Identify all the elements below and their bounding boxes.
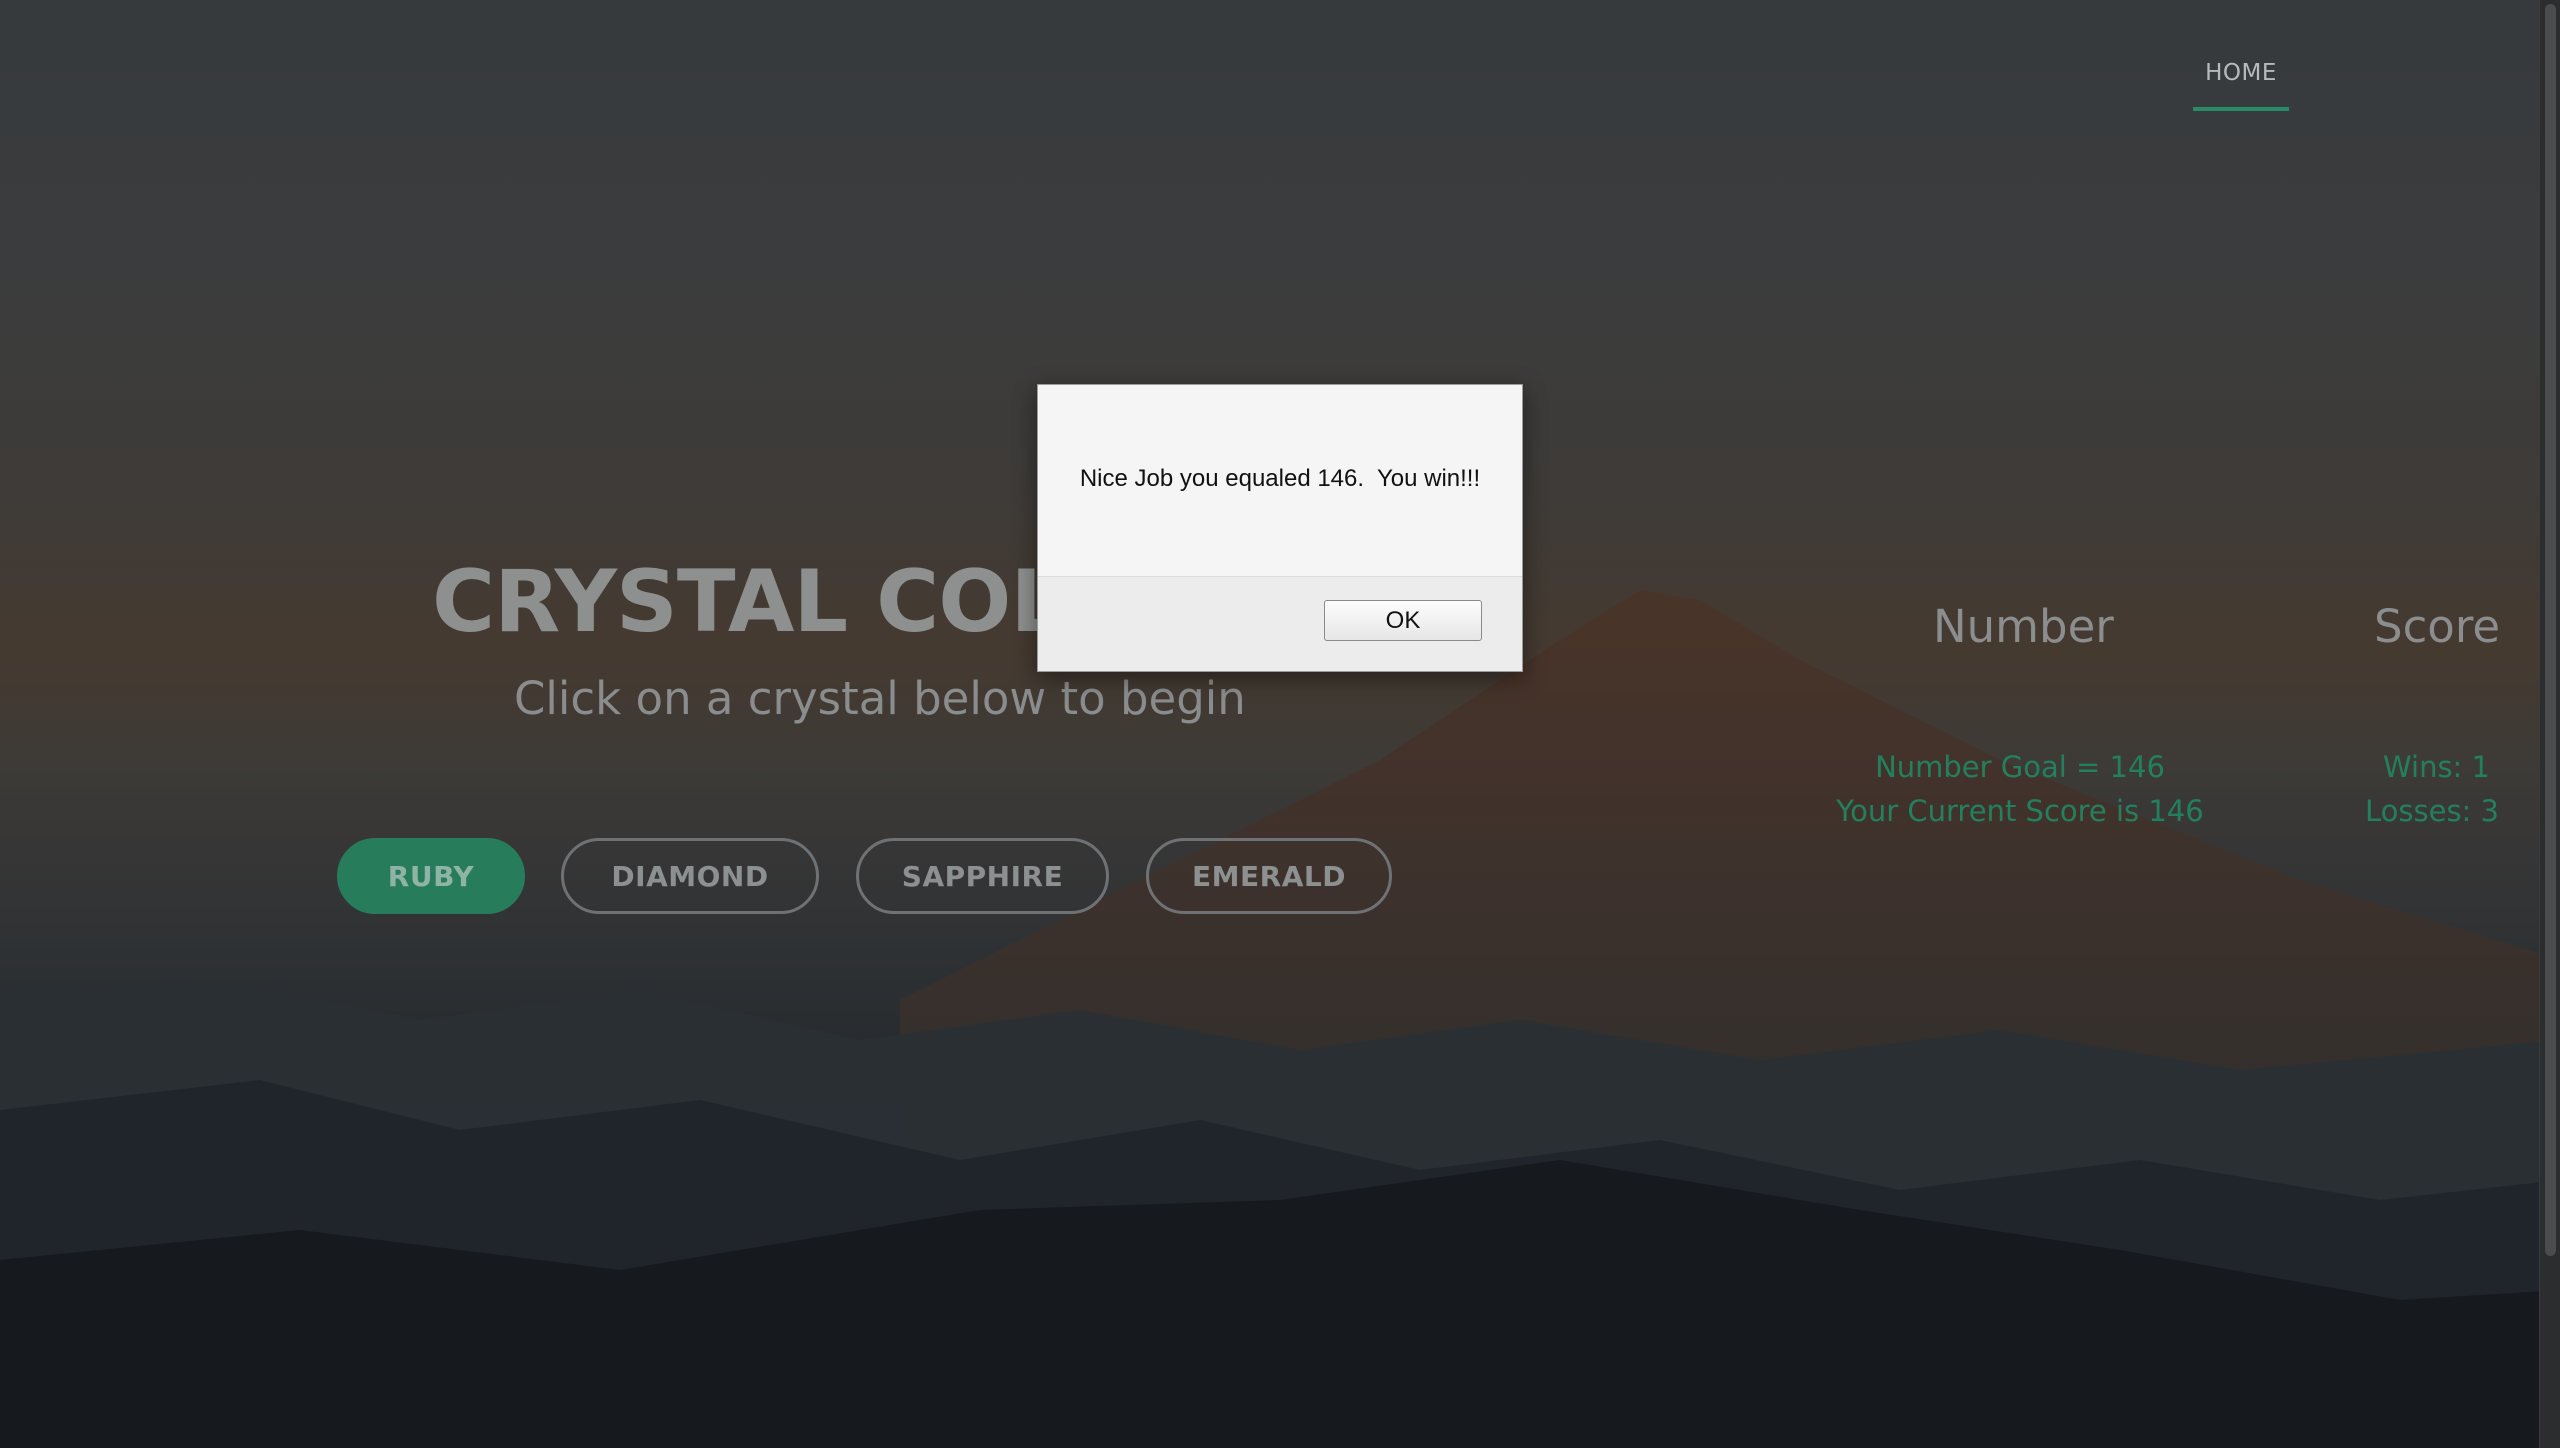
- nav-active-indicator: [2193, 107, 2289, 111]
- alert-dialog: Nice Job you equaled 146. You win!!! OK: [1037, 384, 1523, 672]
- ok-button[interactable]: OK: [1324, 600, 1482, 641]
- alert-footer: OK: [1038, 576, 1522, 671]
- sapphire-button[interactable]: SAPPHIRE: [856, 838, 1109, 914]
- diamond-button[interactable]: DIAMOND: [561, 838, 819, 914]
- game-page: HOME CRYSTAL COLLISION Click on a crysta…: [0, 0, 2560, 1448]
- number-goal: Number Goal = 146: [1875, 750, 2165, 784]
- alert-message: Nice Job you equaled 146. You win!!!: [1079, 465, 1481, 492]
- current-score: Your Current Score is 146: [1836, 794, 2204, 828]
- game-subtitle: Click on a crystal below to begin: [514, 672, 1246, 725]
- score-heading: Score: [2374, 600, 2501, 653]
- number-heading: Number: [1933, 600, 2114, 653]
- mountain-background: [0, 590, 2560, 1448]
- scrollbar-thumb[interactable]: [2545, 4, 2556, 1256]
- wins-count: Wins: 1: [2382, 750, 2490, 784]
- ruby-button[interactable]: RUBY: [337, 838, 525, 914]
- scrollbar[interactable]: [2539, 0, 2560, 1448]
- losses-count: Losses: 3: [2365, 794, 2499, 828]
- emerald-button[interactable]: EMERALD: [1146, 838, 1392, 914]
- nav-home-link[interactable]: HOME: [2193, 60, 2289, 86]
